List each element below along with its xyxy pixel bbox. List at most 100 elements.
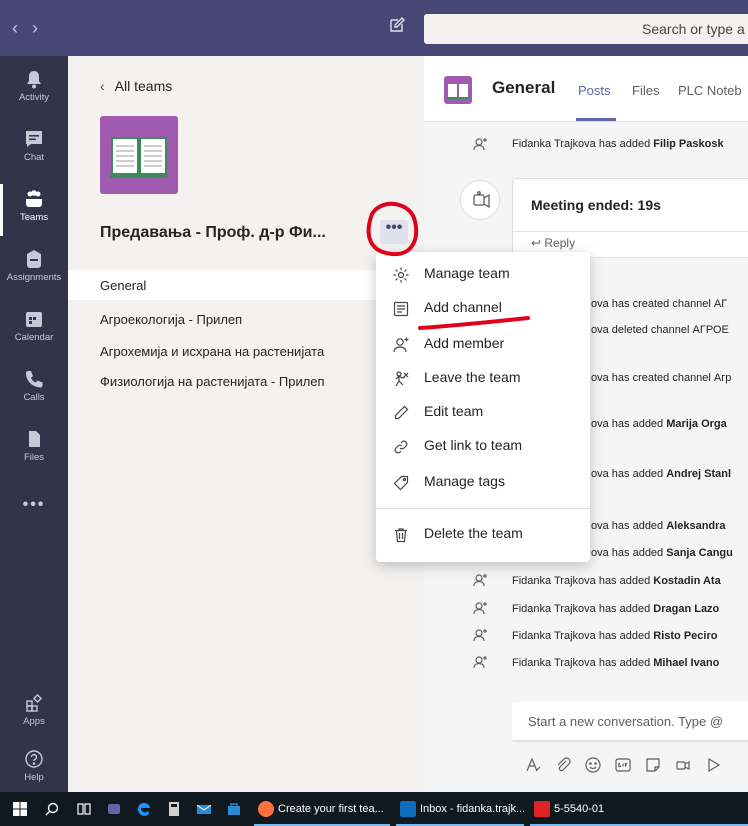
menu-item-manage-team[interactable]: Manage team <box>376 258 590 292</box>
menu-item-add-member[interactable]: Add member <box>376 328 590 362</box>
event-text: ova has added <box>591 468 667 480</box>
tab-posts[interactable]: Posts <box>578 83 611 98</box>
tab-files[interactable]: Files <box>632 83 659 98</box>
menu-item-leave-team[interactable]: Leave the team <box>376 362 590 396</box>
stream-icon[interactable] <box>704 756 722 774</box>
event-target: Mihael Ivano <box>653 657 720 669</box>
taskbar-app-label: 5-5540-01 <box>554 803 605 815</box>
rail-item-assignments[interactable]: Assignments <box>0 240 68 300</box>
search-input[interactable]: Search or type a <box>424 14 748 44</box>
teams-taskbar-icon[interactable] <box>106 801 122 817</box>
event-text: ova has added <box>591 547 667 559</box>
channel-icon <box>393 301 409 317</box>
tag-icon <box>393 475 409 491</box>
rail-item-files[interactable]: Files <box>0 420 68 480</box>
rail-item-calendar[interactable]: Calendar <box>0 300 68 360</box>
gear-icon <box>393 267 409 283</box>
event-actor: Fidanka Trajkova <box>512 657 596 669</box>
book-icon <box>110 137 168 178</box>
add-person-icon <box>473 602 487 615</box>
menu-label: Leave the team <box>424 369 521 385</box>
rail-label: Chat <box>23 152 45 163</box>
emoji-icon[interactable] <box>584 756 602 774</box>
menu-item-get-link[interactable]: Get link to team <box>376 430 590 464</box>
format-icon[interactable] <box>524 756 542 774</box>
bell-icon <box>27 71 41 89</box>
rail-item-apps[interactable]: Apps <box>0 684 68 744</box>
mail-icon[interactable] <box>196 801 212 817</box>
rail-item-chat[interactable]: Chat <box>0 120 68 180</box>
taskbar-app-firefox[interactable]: Create your first tea... <box>254 792 390 826</box>
rail-label: Files <box>23 452 45 463</box>
calculator-icon[interactable] <box>166 801 182 817</box>
activity-event: ova has added Andrej Stanl <box>591 468 731 480</box>
teams-icon <box>26 190 42 207</box>
rail-item-help[interactable]: Help <box>0 740 68 800</box>
add-person-icon <box>473 138 487 151</box>
search-icon[interactable] <box>44 801 60 817</box>
menu-label: Manage team <box>424 265 510 281</box>
menu-item-manage-tags[interactable]: Manage tags <box>376 466 590 500</box>
menu-divider <box>376 508 590 509</box>
new-chat-icon[interactable] <box>388 16 406 34</box>
tab-plc-notebook[interactable]: PLC Noteb <box>678 83 742 98</box>
activity-event: ova has added Sanja Cangu <box>591 547 733 559</box>
rail-item-teams[interactable]: Teams <box>0 180 68 240</box>
apps-icon <box>26 693 43 712</box>
calendar-icon <box>26 312 42 327</box>
edge-icon[interactable] <box>136 801 152 817</box>
rail-label: Assignments <box>6 272 62 283</box>
event-target: Marija Orga <box>666 418 727 430</box>
channel-item[interactable]: Агроекологија - Прилеп <box>68 304 424 334</box>
back-arrow-button[interactable]: ‹ <box>12 18 32 38</box>
channel-item-general[interactable]: General <box>68 270 424 300</box>
app-rail: Activity Chat Teams Assignments Calendar… <box>0 56 68 792</box>
book-icon <box>447 84 469 99</box>
all-teams-label: All teams <box>114 78 173 94</box>
channel-item[interactable]: Агрохемија и исхрана на растенијата <box>68 336 424 366</box>
activity-event: ova has created channel АГ <box>591 298 727 310</box>
reply-button[interactable]: ↩ Reply <box>531 236 575 250</box>
menu-label: Get link to team <box>424 437 523 453</box>
team-more-options-button[interactable]: ••• <box>380 220 408 244</box>
menu-item-add-channel[interactable]: Add channel <box>376 292 590 326</box>
rail-more-button[interactable]: ••• <box>0 496 68 514</box>
rail-label: Calls <box>23 392 45 403</box>
add-person-icon <box>473 574 487 587</box>
event-text: has added <box>595 630 654 642</box>
event-text: has added <box>595 603 654 615</box>
taskbar-app-outlook[interactable]: Inbox - fidanka.trajk... <box>396 792 524 826</box>
windows-start-icon[interactable] <box>12 801 28 817</box>
help-icon <box>25 750 43 768</box>
rail-label: Activity <box>18 92 50 103</box>
event-target: Sanja Cangu <box>666 547 733 559</box>
menu-label: Delete the team <box>424 525 523 541</box>
menu-label: Add member <box>424 335 505 351</box>
sticker-icon[interactable] <box>644 756 662 774</box>
activity-event: ova has added Aleksandra <box>591 520 726 532</box>
rail-item-calls[interactable]: Calls <box>0 360 68 420</box>
forward-arrow-button[interactable]: › <box>32 18 52 38</box>
pencil-icon <box>394 405 409 420</box>
attach-icon[interactable] <box>554 756 572 774</box>
taskbar-app-pdf[interactable]: 5-5540-01 <box>530 792 748 826</box>
task-view-icon[interactable] <box>76 801 92 817</box>
event-text: ova deleted channel АГРОЕ <box>591 324 729 336</box>
activity-event: ova has created channel Агр <box>591 372 731 384</box>
all-teams-link[interactable]: ‹ All teams <box>100 78 172 94</box>
meeting-card[interactable]: Meeting ended: 19s ↩ Reply <box>512 178 748 258</box>
activity-event: Fidanka Trajkova has added Risto Peciro <box>512 630 717 642</box>
active-tab-indicator <box>576 118 616 121</box>
new-conversation-input[interactable]: Start a new conversation. Type @ <box>512 702 748 742</box>
rail-item-activity[interactable]: Activity <box>0 60 68 120</box>
store-icon[interactable] <box>226 801 242 817</box>
menu-item-delete-team[interactable]: Delete the team <box>376 518 590 552</box>
gif-icon[interactable] <box>614 756 632 774</box>
event-target: Kostadin Ata <box>653 575 721 587</box>
meet-now-icon[interactable] <box>674 756 692 774</box>
team-options-menu: Manage team Add channel Add member Leave… <box>376 252 590 562</box>
channel-item[interactable]: Физиологија на растенијата - Прилеп <box>68 366 424 396</box>
event-text: has added <box>595 575 654 587</box>
menu-item-edit-team[interactable]: Edit team <box>376 396 590 430</box>
event-text: has added <box>595 657 654 669</box>
